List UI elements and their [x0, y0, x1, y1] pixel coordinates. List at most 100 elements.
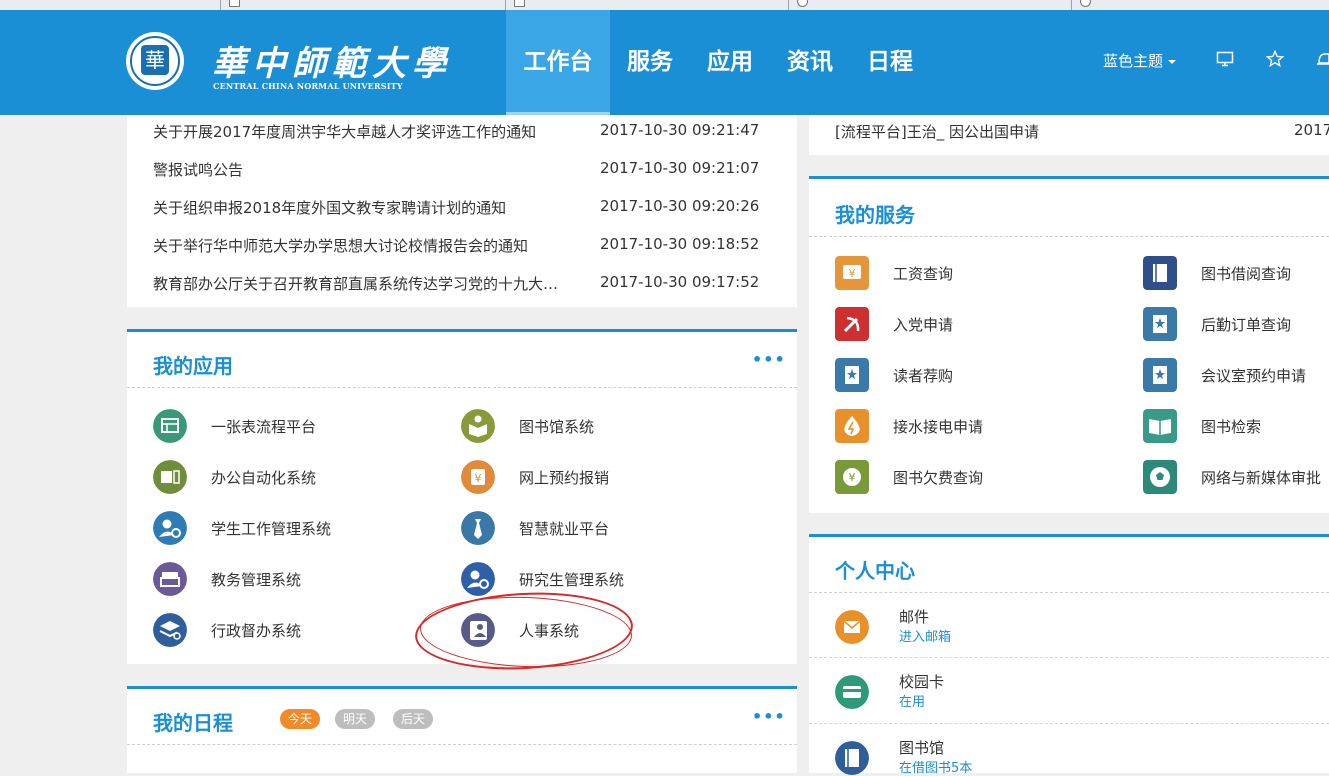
- university-seal-icon[interactable]: 華: [126, 32, 184, 90]
- star-doc-icon: [1143, 358, 1177, 392]
- page-icon: [514, 0, 525, 7]
- logo-subtitle: CENTRAL CHINA NORMAL UNIVERSITY: [213, 81, 403, 91]
- page-icon: [229, 0, 240, 7]
- news-panel: 关于开展2017年度周洪宇华大卓越人才奖评选工作的通知 2017-10-30 0…: [127, 115, 797, 307]
- seal-char: 華: [141, 45, 169, 75]
- svg-text:¥: ¥: [475, 472, 482, 485]
- monitor-icon[interactable]: [1216, 50, 1234, 68]
- service-label: 图书欠费查询: [893, 469, 984, 487]
- service-label: 图书借阅查询: [1201, 265, 1292, 283]
- personal-item-link[interactable]: 进入邮箱: [899, 626, 951, 645]
- service-label: 读者荐购: [893, 367, 954, 385]
- divider: [127, 387, 797, 388]
- divider: [127, 744, 797, 745]
- svg-text:¥: ¥: [849, 471, 856, 484]
- yuan-card-icon: ¥: [835, 256, 869, 290]
- book-reader-icon: [461, 409, 495, 443]
- service-label: 接水接电申请: [893, 418, 984, 436]
- globe-icon: [1080, 0, 1091, 7]
- app-label: 研究生管理系统: [519, 571, 625, 589]
- card-icon: [835, 675, 869, 709]
- personal-item-name: 图书馆: [899, 739, 945, 757]
- personal-item-status[interactable]: 在借图书5本: [899, 757, 972, 776]
- yuan-leaf-icon: ¥: [835, 460, 869, 494]
- personal-item-name: 邮件: [899, 608, 930, 626]
- personal-item-library[interactable]: 图书馆 在借图书5本: [809, 739, 1329, 776]
- layers-icon: [153, 613, 187, 647]
- theme-label: 蓝色主题: [1103, 52, 1164, 70]
- bell-icon[interactable]: [1317, 50, 1329, 68]
- personal-item-campus-card[interactable]: 校园卡 在用: [809, 673, 1329, 715]
- service-label: 图书检索: [1201, 418, 1262, 436]
- main-nav: 工作台 服务 应用 资讯 日程: [506, 10, 930, 115]
- app-label: 图书馆系统: [519, 418, 595, 436]
- inbox-icon: [153, 562, 187, 596]
- personal-center-title: 个人中心: [835, 559, 915, 583]
- yuan-receipt-icon: ¥: [461, 460, 495, 494]
- app-label: 教务管理系统: [211, 571, 302, 589]
- logo-text[interactable]: 華中師範大學: [212, 36, 452, 85]
- power-drop-icon: [835, 409, 869, 443]
- news-title: 关于组织申报2018年度外国文教专家聘请计划的通知: [153, 199, 507, 217]
- my-apps-more-button[interactable]: •••: [752, 350, 786, 369]
- my-apps-panel: 我的应用 ••• 一张表流程平台 办公自动化系统 学生工作管理系统 教务管理系统…: [127, 329, 797, 664]
- my-services-title: 我的服务: [835, 203, 915, 227]
- news-date: 2017-10-30 09:20:26: [600, 197, 760, 215]
- app-label: 行政督办系统: [211, 622, 302, 640]
- my-schedule-more-button[interactable]: •••: [752, 707, 786, 726]
- my-schedule-title: 我的日程: [153, 711, 233, 735]
- nav-schedule[interactable]: 日程: [850, 10, 930, 115]
- browser-tab[interactable]: [0, 0, 221, 10]
- divider: [809, 723, 1329, 724]
- nav-services[interactable]: 服务: [610, 10, 690, 115]
- my-schedule-panel: 我的日程 今天 明天 后天 •••: [127, 686, 797, 773]
- browser-tab[interactable]: [506, 0, 789, 10]
- workflow-panel: [流程平台]王治_ 因公出国申请 2017: [809, 115, 1329, 155]
- personal-center-panel: 个人中心 邮件 进入邮箱 校园卡 在用 图书馆 在借图书5本: [809, 534, 1329, 776]
- browser-tab[interactable]: [221, 0, 506, 10]
- divider: [809, 657, 1329, 658]
- tie-icon: [461, 511, 495, 545]
- user-gear-icon: [461, 562, 495, 596]
- theme-dropdown[interactable]: 蓝色主题: [1103, 50, 1177, 71]
- tab-today[interactable]: 今天: [280, 709, 321, 729]
- book-icon: [1143, 256, 1177, 290]
- star-doc-icon: [835, 358, 869, 392]
- star-icon[interactable]: [1266, 50, 1284, 68]
- open-book-icon: [1143, 409, 1177, 443]
- person-card-icon: [461, 613, 495, 647]
- news-title: 关于开展2017年度周洪宇华大卓越人才奖评选工作的通知: [153, 123, 537, 141]
- football-icon: [1143, 460, 1177, 494]
- nav-workbench[interactable]: 工作台: [506, 10, 610, 115]
- app-label: 智慧就业平台: [519, 520, 610, 538]
- tab-tomorrow[interactable]: 明天: [335, 709, 376, 729]
- globe-icon: [797, 0, 808, 7]
- oa-icon: [153, 460, 187, 494]
- service-label: 入党申请: [893, 316, 954, 334]
- workflow-title: [流程平台]王治_ 因公出国申请: [835, 123, 1039, 141]
- party-icon: [835, 307, 869, 341]
- site-header: 華 華中師範大學 CENTRAL CHINA NORMAL UNIVERSITY…: [0, 10, 1329, 115]
- browser-tab[interactable]: [789, 0, 1072, 10]
- star-doc-icon: [1143, 307, 1177, 341]
- app-label: 办公自动化系统: [211, 469, 317, 487]
- my-apps-title: 我的应用: [153, 354, 233, 378]
- news-date: 2017-10-30 09:18:52: [600, 235, 760, 253]
- personal-item-mail[interactable]: 邮件 进入邮箱: [809, 608, 1329, 650]
- news-title: 教育部办公厅关于召开教育部直属系统传达学习党的十九大…: [153, 275, 559, 293]
- news-date: 2017-10-30 09:21:47: [600, 121, 760, 139]
- service-label: 会议室预约申请: [1201, 367, 1307, 385]
- service-label: 工资查询: [893, 265, 954, 283]
- app-label: 学生工作管理系统: [211, 520, 332, 538]
- user-gear-icon: [153, 511, 187, 545]
- personal-item-status: 在用: [899, 695, 926, 710]
- news-date: 2017-10-30 09:17:52: [600, 273, 760, 291]
- news-date: 2017-10-30 09:21:07: [600, 159, 760, 177]
- service-label: 网络与新媒体审批: [1201, 469, 1322, 487]
- browser-tab[interactable]: [1072, 0, 1329, 10]
- news-title: 警报试鸣公告: [153, 161, 244, 179]
- nav-apps[interactable]: 应用: [690, 10, 770, 115]
- nav-news[interactable]: 资讯: [770, 10, 850, 115]
- tab-day-after[interactable]: 后天: [393, 709, 434, 729]
- divider: [809, 592, 1329, 593]
